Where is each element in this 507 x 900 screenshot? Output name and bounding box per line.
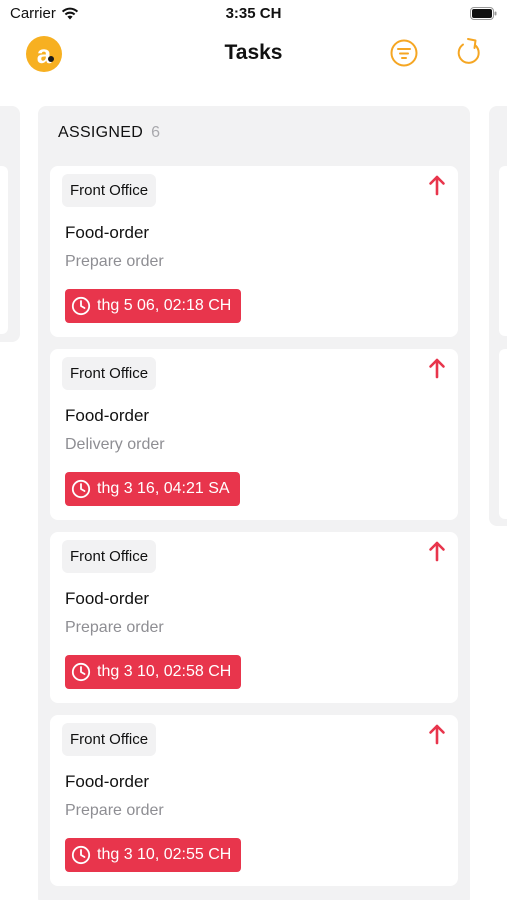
arrow-up-icon <box>429 724 445 745</box>
battery-icon <box>470 7 497 20</box>
arrow-up-icon <box>429 358 445 379</box>
column-header: ASSIGNED 6 <box>58 124 160 142</box>
next-column-card[interactable] <box>499 166 507 336</box>
refresh-icon[interactable] <box>454 36 484 68</box>
task-subtitle: Prepare order <box>65 802 164 819</box>
task-card[interactable]: Front Office Food-order Delivery order t… <box>50 349 458 520</box>
arrow-up-icon <box>429 175 445 196</box>
status-bar: Carrier 3:35 CH <box>0 0 507 28</box>
nav-bar: a Tasks <box>0 30 507 76</box>
task-card[interactable]: Front Office Food-order Prepare order th… <box>50 532 458 703</box>
department-tag: Front Office <box>62 357 157 390</box>
due-date-badge: thg 3 10, 02:55 CH <box>65 838 242 872</box>
arrow-up-icon <box>429 541 445 562</box>
task-card[interactable]: Front Office Food-order Prepare order th… <box>50 166 458 337</box>
next-column-card[interactable] <box>499 349 507 519</box>
due-date-badge: thg 5 06, 02:18 CH <box>65 289 242 323</box>
clock-icon <box>71 479 91 499</box>
department-tag: Front Office <box>62 174 157 207</box>
due-date-text: thg 3 10, 02:58 CH <box>97 663 232 680</box>
due-date-text: thg 5 06, 02:18 CH <box>97 297 232 314</box>
page-title: Tasks <box>224 41 283 64</box>
task-title: Food-order <box>65 223 150 242</box>
department-tag: Front Office <box>62 540 157 573</box>
task-subtitle: Prepare order <box>65 253 164 270</box>
assigned-column: ASSIGNED 6 Front Office Food-order Prepar… <box>38 106 470 900</box>
status-time: 3:35 CH <box>225 5 282 22</box>
column-count: 6 <box>151 124 161 141</box>
due-date-badge: thg 3 10, 02:58 CH <box>65 655 242 689</box>
previous-column-card[interactable] <box>0 166 8 334</box>
due-date-badge: thg 3 16, 04:21 SA <box>65 472 240 506</box>
task-card[interactable]: Front Office Food-order Prepare order th… <box>50 715 458 886</box>
task-subtitle: Prepare order <box>65 619 164 636</box>
column-title: ASSIGNED <box>58 124 144 141</box>
task-title: Food-order <box>65 589 150 608</box>
filter-icon[interactable] <box>389 38 419 68</box>
task-subtitle: Delivery order <box>65 436 165 453</box>
clock-icon <box>71 296 91 316</box>
clock-icon <box>71 845 91 865</box>
clock-icon <box>71 662 91 682</box>
task-title: Food-order <box>65 406 150 425</box>
due-date-text: thg 3 16, 04:21 SA <box>97 480 230 497</box>
task-title: Food-order <box>65 772 150 791</box>
due-date-text: thg 3 10, 02:55 CH <box>97 846 232 863</box>
department-tag: Front Office <box>62 723 157 756</box>
